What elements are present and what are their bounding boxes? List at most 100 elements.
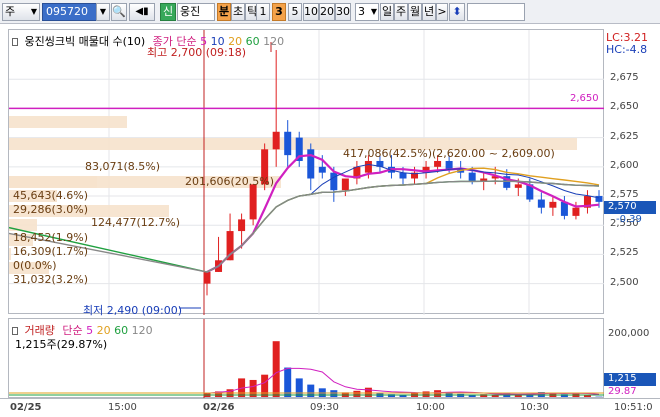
week-button[interactable]: 주 — [394, 3, 408, 21]
volume-profile-label: 201,606(20.5%) — [185, 175, 274, 188]
month-button[interactable]: 월 — [408, 3, 422, 21]
volume-bar — [353, 390, 361, 397]
volume-profile-label: 0(0.0%) — [13, 259, 57, 272]
price-panel[interactable]: 417,086(42.5%)(2,620.00 ~ 2,609.00) 83,07… — [8, 29, 605, 317]
volume-bar — [330, 390, 338, 397]
speaker-icon: ◀▮ — [135, 6, 149, 17]
candle-body — [307, 149, 315, 179]
candle-body — [514, 184, 522, 188]
speaker-button[interactable]: ◀▮ — [129, 3, 155, 21]
volume-bar — [272, 341, 280, 397]
volume-bar — [261, 374, 269, 397]
year-button[interactable]: 년 — [422, 3, 436, 21]
candle-body — [249, 184, 257, 220]
candle — [341, 178, 349, 197]
ma-60-label: 60 — [245, 35, 260, 48]
candle-body — [445, 160, 453, 170]
volume-axis: 200,000 1,215 29.87 — [604, 318, 660, 398]
candle-body — [434, 160, 442, 167]
price-axis: LC:3.21 HC:-4.8 2,675 2,650 2,625 2,600 2,57… — [570, 29, 660, 314]
interval-label: 5 — [291, 5, 299, 18]
volume-bar — [364, 387, 372, 397]
interval-3-button[interactable]: 3 — [272, 3, 286, 21]
price-tick: 2,575 — [610, 189, 639, 201]
volume-profile-label: 124,477(12.7%) — [91, 216, 180, 229]
low-price-label: 최저 2,490 (09:00) — [83, 304, 183, 317]
month-label: 월 — [409, 5, 421, 18]
market-select[interactable]: 주 ▼ — [2, 3, 40, 21]
minute-label: 분 — [218, 5, 230, 18]
search-icon: 🔍 — [112, 5, 126, 18]
interval-label: 10 — [304, 5, 318, 18]
volume-value-label: 1,215주(29.87%) — [15, 338, 108, 351]
time-tick: 10:00 — [416, 402, 445, 413]
count-select[interactable]: 3 ▼ — [355, 3, 379, 21]
volume-panel[interactable]: 거래량 단순 5 20 60 120 1,215주(29.87%) — [8, 318, 605, 399]
next-button[interactable]: > — [436, 3, 448, 21]
interval-label: 1 — [259, 5, 267, 18]
candle-body — [318, 166, 326, 173]
volume-profile-label: 417,086(42.5%)(2,620.00 ~ 2,609.00) — [343, 147, 555, 160]
volume-profile-label: 45,643(4.6%) — [13, 189, 88, 202]
new-button[interactable]: 신 — [160, 3, 176, 21]
code-dropdown-button[interactable]: ▼ — [96, 3, 110, 21]
time-tick: 15:00 — [108, 402, 137, 413]
time-tick: 10:30 — [520, 402, 549, 413]
second-label: 초 — [232, 5, 244, 18]
sort-button[interactable]: ⬍ — [449, 3, 465, 21]
candle-body — [364, 160, 372, 173]
collapse-icon[interactable] — [12, 327, 18, 335]
volume-profile-bar — [9, 176, 97, 188]
reference-price-label: 2,650 — [570, 93, 599, 104]
stock-name: 웅진 — [180, 5, 201, 18]
extra-input[interactable] — [467, 3, 525, 21]
candle-body — [549, 201, 557, 208]
day-button[interactable]: 일 — [380, 3, 394, 21]
volume-profile-label: 29,286(3.0%) — [13, 203, 88, 216]
price-tick: 2,500 — [610, 276, 639, 288]
count-value: 3 — [358, 5, 365, 18]
volume-profile-label: 31,032(3.2%) — [13, 273, 88, 286]
interval-label: 20 — [320, 5, 334, 18]
second-button[interactable]: 초 — [231, 3, 245, 21]
interval-10-button[interactable]: 10 — [303, 3, 319, 21]
chevron-down-icon: ▼ — [30, 7, 37, 16]
year-label: 년 — [423, 5, 435, 18]
candle-body — [341, 178, 349, 191]
high-price-label: 최고 2,700 (09:18) — [147, 46, 247, 59]
interval-1-button[interactable]: 1 — [256, 3, 270, 21]
current-volume-badge: 1,215 — [604, 373, 656, 386]
vol-ma-60-label: 60 — [114, 324, 129, 337]
candle — [295, 131, 303, 167]
volume-bar — [295, 378, 303, 397]
interval-5-button[interactable]: 5 — [288, 3, 302, 21]
volume-tick: 200,000 — [608, 328, 650, 339]
volume-profile-label: 16,309(1.7%) — [13, 245, 88, 258]
hc-label: HC:-4.8 — [606, 43, 648, 56]
price-chart: 417,086(42.5%)(2,620.00 ~ 2,609.00) 83,07… — [9, 30, 605, 315]
candle-body — [537, 199, 545, 208]
time-axis: 02/25 15:00 02/26 09:30 10:00 10:30 10:5… — [0, 398, 660, 417]
price-tick: 2,650 — [610, 101, 639, 113]
price-tick: 2,625 — [610, 130, 639, 142]
candle — [353, 160, 361, 185]
search-button[interactable]: 🔍 — [111, 3, 127, 21]
stock-code-input[interactable]: 095720 — [42, 3, 98, 21]
interval-20-button[interactable]: 20 — [319, 3, 335, 21]
stock-name-field[interactable]: 웅진 — [177, 3, 215, 21]
volume-pct-label: 29.87 — [608, 386, 637, 397]
interval-label: 3 — [275, 5, 283, 18]
minute-button[interactable]: 분 — [217, 3, 231, 21]
next-label: > — [437, 5, 447, 18]
interval-30-button[interactable]: 30 — [335, 3, 351, 21]
time-tick: 10:51:0 — [614, 402, 653, 413]
candle-body — [203, 271, 211, 284]
collapse-icon[interactable] — [12, 38, 18, 46]
candle — [249, 184, 257, 226]
vol-ma-120-label: 120 — [131, 324, 153, 337]
ma-120-label: 120 — [263, 35, 285, 48]
candle-body — [238, 219, 246, 232]
toolbar: 주 ▼ 095720 ▼ 🔍 ◀▮ 신 웅진 분 초 틱 1 3 5 10 20… — [0, 0, 660, 24]
week-label: 주 — [395, 5, 407, 18]
new-label: 신 — [162, 5, 174, 18]
